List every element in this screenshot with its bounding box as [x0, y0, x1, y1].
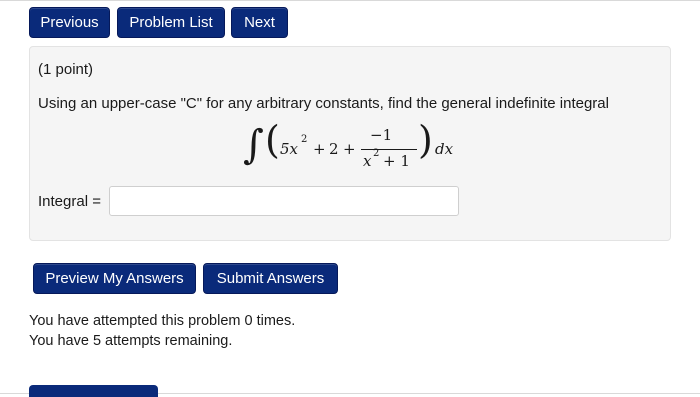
denominator-x: x	[363, 152, 372, 170]
denominator-plus-one: + 1	[383, 152, 410, 170]
plus-sign-1: +	[313, 140, 326, 158]
term-5x-exponent: 2	[301, 134, 308, 145]
left-paren: (	[265, 118, 280, 162]
plus-sign-2: +	[343, 140, 356, 158]
denominator-exponent: 2	[373, 148, 380, 159]
problem-points: (1 point)	[38, 61, 94, 78]
term-5x: 5x	[280, 140, 299, 158]
differential-dx: dx	[435, 140, 454, 158]
term-2: 2	[329, 140, 339, 158]
previous-button[interactable]: Previous	[29, 7, 110, 38]
partial-bottom-button[interactable]	[29, 385, 158, 397]
integral-sign: ∫	[243, 122, 264, 168]
fraction-numerator: −1	[370, 126, 393, 144]
problem-list-button[interactable]: Problem List	[117, 7, 225, 38]
integral-answer-input[interactable]	[109, 186, 459, 216]
attempts-made-text: You have attempted this problem 0 times.	[29, 313, 296, 329]
preview-answers-button[interactable]: Preview My Answers	[33, 263, 196, 294]
integral-expression: ∫ ( 5x 2 + 2 + −1 x 2 + 1 ) dx	[243, 118, 463, 174]
right-paren: )	[418, 118, 433, 162]
problem-prompt: Using an upper-case "C" for any arbitrar…	[38, 95, 609, 112]
next-button[interactable]: Next	[231, 7, 288, 38]
attempts-remaining-text: You have 5 attempts remaining.	[29, 333, 233, 349]
integral-label: Integral =	[38, 193, 101, 210]
submit-answers-button[interactable]: Submit Answers	[203, 263, 338, 294]
top-divider	[0, 0, 700, 1]
fraction-bar	[361, 149, 417, 150]
